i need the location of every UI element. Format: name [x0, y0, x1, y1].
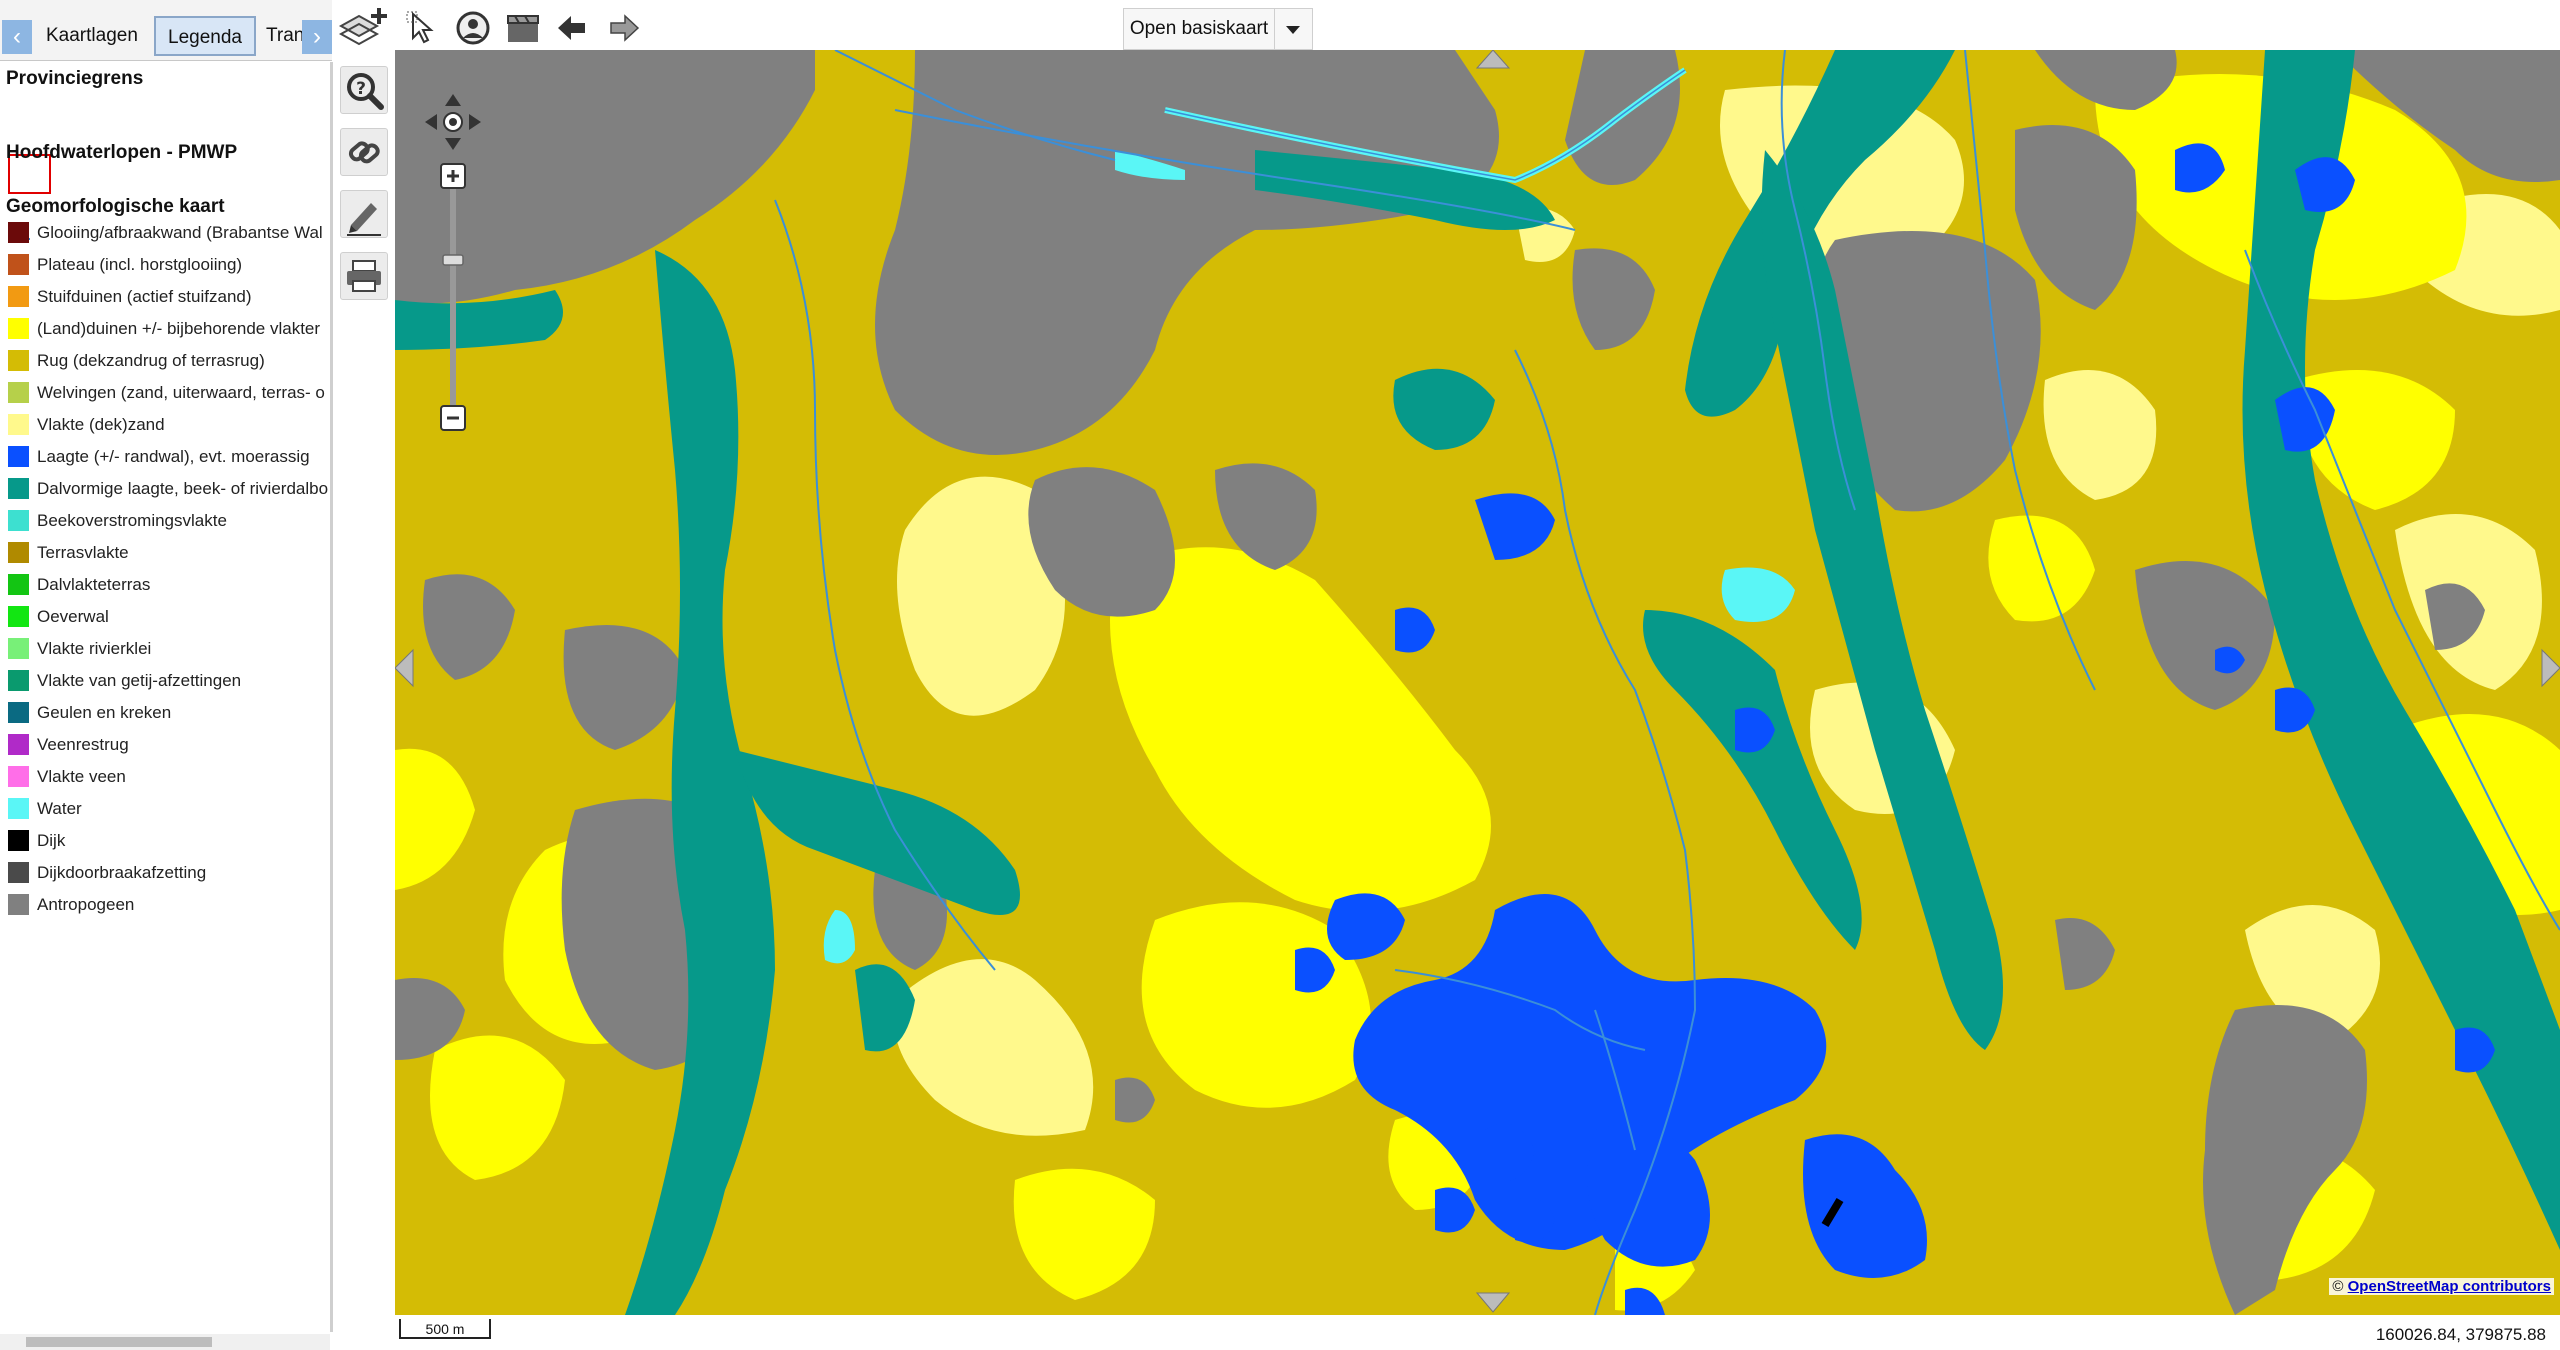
legend-item-label: Water — [37, 799, 82, 818]
legend-item-label: (Land)duinen +/- bijbehorende vlakter — [37, 319, 321, 338]
legend-swatch — [8, 734, 29, 755]
basemap-dropdown-button[interactable] — [1275, 8, 1313, 50]
map-attribution: © OpenStreetMap contributors — [2329, 1278, 2554, 1295]
user-circle-icon[interactable] — [455, 10, 491, 46]
legend-item-label: Terrasvlakte — [37, 543, 129, 562]
legend-item-label: Vlakte veen — [37, 767, 126, 786]
add-layer-icon[interactable] — [337, 4, 389, 48]
legend-item-label: Plateau (incl. horstglooiing) — [37, 255, 243, 274]
legend-item-label: Rug (dekzandrug of terrasrug) — [37, 351, 265, 370]
legend-item-label: Vlakte van getij-afzettingen — [37, 671, 242, 690]
tab-legenda[interactable]: Legenda — [154, 16, 256, 56]
legend-swatch — [8, 670, 29, 691]
tab-scroll-left-icon[interactable]: ‹ — [2, 20, 32, 54]
map-statusbar: 500 m 160026.84, 379875.88 — [395, 1315, 2560, 1350]
legend-swatch — [8, 542, 29, 563]
legend-item-label: Dalvormige laagte, beek- of rivierdalbo — [37, 479, 329, 498]
panel-tabbar: ‹ Kaartlagen Legenda Tran › — [0, 0, 332, 61]
link-button[interactable] — [340, 128, 388, 176]
next-extent-icon[interactable] — [605, 10, 641, 46]
attribution-prefix: © — [2332, 1278, 2344, 1295]
legend-item-label: Stuifduinen (actief stuifzand) — [37, 287, 252, 306]
legend-swatch — [8, 254, 29, 275]
legend-swatch — [8, 638, 29, 659]
legend-title-geomorfologie: Geomorfologische kaart — [6, 196, 225, 217]
scrollbar-thumb[interactable] — [26, 1337, 212, 1347]
legend-item-label: Veenrestrug — [37, 735, 129, 754]
legend-swatch — [8, 446, 29, 467]
legend-swatch — [8, 286, 29, 307]
chain-link-icon — [348, 141, 380, 164]
legend-item-label: Vlakte rivierklei — [37, 639, 152, 658]
print-button[interactable] — [340, 252, 388, 300]
svg-text:?: ? — [356, 79, 366, 99]
legend-swatch — [8, 862, 29, 883]
map-canvas[interactable]: © OpenStreetMap contributors — [395, 50, 2560, 1315]
legend-swatch — [8, 382, 29, 403]
previous-extent-icon[interactable] — [555, 10, 591, 46]
legend-item-label: Dalvlakteterras — [37, 575, 151, 594]
legend-item-label: Laagte (+/- randwal), evt. moerassig — [37, 447, 310, 466]
legend-item-label: Antropogeen — [37, 895, 135, 914]
legend-swatch — [8, 414, 29, 435]
clapperboard-icon[interactable] — [505, 10, 541, 46]
legend-swatch — [8, 606, 29, 627]
legend-swatch — [8, 798, 29, 819]
draw-button[interactable] — [340, 190, 388, 238]
tab-kaartlagen[interactable]: Kaartlagen — [34, 16, 150, 56]
legend-title-provinciegrens: Provinciegrens — [6, 68, 144, 89]
legend-item-label: Vlakte (dek)zand — [37, 415, 165, 434]
legend-swatch — [8, 478, 29, 499]
legend-title-hoofdwaterlopen: Hoofdwaterlopen - PMWP — [6, 142, 238, 163]
legend-swatch — [8, 830, 29, 851]
zoom-slider[interactable] — [439, 162, 467, 432]
legend-swatch — [8, 702, 29, 723]
magnifier-question-icon: ? — [347, 73, 384, 110]
legend-panel: Provinciegrens Hoofdwaterlopen - PMWP Ge… — [0, 62, 333, 1332]
legend-swatch — [8, 350, 29, 371]
caret-down-icon — [1286, 26, 1300, 34]
legend-item-label: Geulen en kreken — [37, 703, 172, 722]
legend-horizontal-scrollbar[interactable] — [0, 1334, 330, 1350]
open-basemap-button[interactable]: Open basiskaart — [1123, 8, 1275, 50]
pan-control-icon[interactable] — [423, 92, 483, 152]
map-toolbar: Open basiskaart — [338, 0, 2560, 50]
zoom-search-button[interactable]: ? — [340, 66, 388, 114]
tab-scroll-right-icon[interactable]: › — [302, 20, 332, 54]
legend-item-label: Oeverwal — [37, 607, 109, 626]
legend-swatch — [8, 574, 29, 595]
select-arrow-icon[interactable] — [405, 10, 441, 46]
legend-item-label: Dijkdoorbraakafzetting — [37, 863, 207, 882]
legend-item-label: Beekoverstromingsvlakte — [37, 511, 227, 530]
geomorphology-map-layer — [395, 50, 2560, 1315]
legend-item-label: Welvingen (zand, uiterwaard, terras- o — [37, 383, 325, 402]
printer-icon — [347, 260, 381, 292]
legend-swatch — [8, 894, 29, 915]
legend-swatch — [8, 766, 29, 787]
legend-swatch — [8, 318, 29, 339]
coordinate-readout: 160026.84, 379875.88 — [2375, 1325, 2546, 1344]
pencil-ruler-icon — [347, 203, 381, 236]
osm-attribution-link[interactable]: OpenStreetMap contributors — [2348, 1278, 2551, 1295]
legend-item-label: Glooiing/afbraakwand (Brabantse Wal — [37, 223, 323, 242]
legend-swatch — [8, 222, 29, 243]
legend-swatch — [8, 510, 29, 531]
scale-bar: 500 m — [399, 1319, 491, 1339]
legend-item-label: Dijk — [37, 831, 66, 850]
